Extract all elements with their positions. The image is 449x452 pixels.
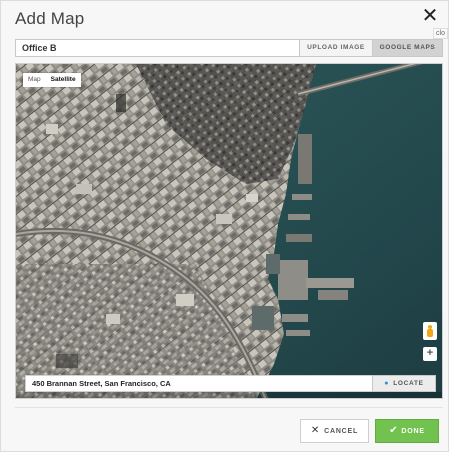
map-name-input[interactable] <box>15 39 307 57</box>
add-map-dialog: Add Map ✕ clo UPLOAD IMAGE GOOGLE MAPS <box>0 0 449 452</box>
satellite-map[interactable] <box>15 63 443 399</box>
map-type-map[interactable]: Map <box>23 73 46 87</box>
cancel-label: CANCEL <box>324 428 359 435</box>
close-icon[interactable]: ✕ <box>420 6 440 26</box>
close-tooltip: clo <box>433 28 448 39</box>
google-maps-tab[interactable]: GOOGLE MAPS <box>372 39 443 57</box>
locate-label: LOCATE <box>393 380 424 387</box>
upload-image-tab[interactable]: UPLOAD IMAGE <box>299 39 373 57</box>
locate-button[interactable]: ● LOCATE <box>372 375 436 392</box>
map-type-toggle: Map Satellite <box>23 73 81 87</box>
zoom-in-button[interactable]: + <box>423 347 437 361</box>
x-icon: ✕ <box>310 425 321 436</box>
satellite-imagery <box>16 64 442 398</box>
checkmark-icon: ✔ <box>389 425 399 436</box>
footer-divider <box>15 407 443 408</box>
map-pin-icon: ● <box>384 380 390 387</box>
address-input[interactable] <box>25 375 373 392</box>
done-button[interactable]: ✔ DONE <box>375 419 439 443</box>
dialog-title: Add Map <box>15 9 85 28</box>
done-label: DONE <box>401 428 425 435</box>
map-type-satellite[interactable]: Satellite <box>46 73 81 87</box>
pegman-icon[interactable] <box>423 322 437 340</box>
cancel-button[interactable]: ✕ CANCEL <box>300 419 369 443</box>
